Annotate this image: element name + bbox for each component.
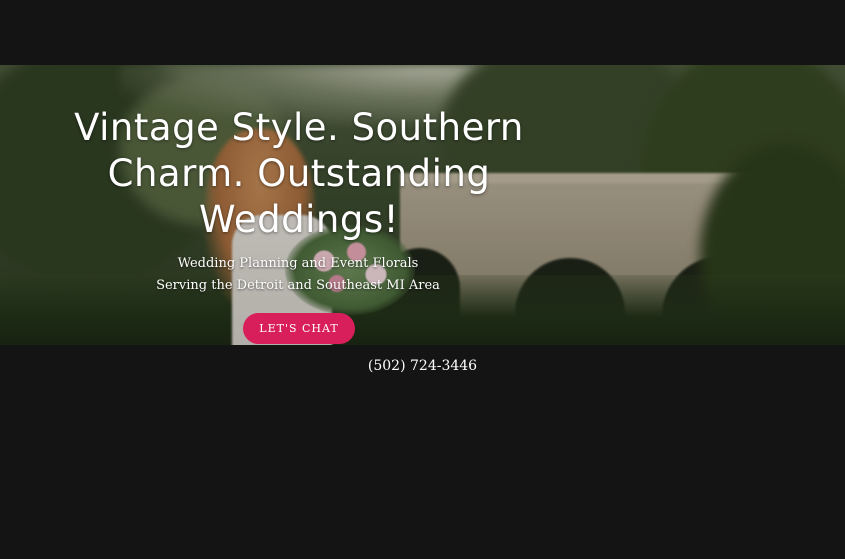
hero-subtitle-line1: Wedding Planning and Event Florals xyxy=(177,256,419,271)
hero-subtitle-line2: Serving the Detroit and Southeast MI Are… xyxy=(156,278,440,293)
top-band xyxy=(0,0,845,65)
hero-subtitle: Wedding Planning and Event Florals Servi… xyxy=(120,253,476,297)
hero-title: Vintage Style. Southern Charm. Outstandi… xyxy=(74,106,524,241)
phone-number[interactable]: (502) 724-3446 xyxy=(0,356,845,376)
lets-chat-button[interactable]: LET'S CHAT xyxy=(243,313,355,344)
page: Vintage Style. Southern Charm. Outstandi… xyxy=(0,0,845,559)
hero-section: Vintage Style. Southern Charm. Outstandi… xyxy=(0,65,845,345)
